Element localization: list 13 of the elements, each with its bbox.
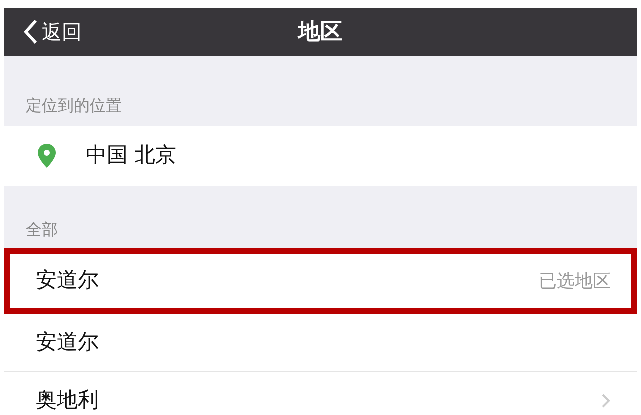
location-pin-icon <box>38 144 56 168</box>
region-row[interactable]: 安道尔 已选地区 <box>4 248 637 314</box>
region-name: 奥地利 <box>36 386 99 414</box>
region-name: 安道尔 <box>36 328 99 356</box>
section-header: 定位到的位置 <box>26 95 122 117</box>
location-row[interactable]: 中国 北京 <box>4 126 637 186</box>
region-name: 安道尔 <box>36 267 99 294</box>
back-chevron-icon <box>24 19 38 45</box>
back-button[interactable]: 返回 <box>4 17 82 47</box>
section-header: 全部 <box>26 219 58 241</box>
region-detail: 已选地区 <box>539 270 611 294</box>
nav-title: 地区 <box>298 18 342 46</box>
location-text: 中国 北京 <box>86 142 177 170</box>
